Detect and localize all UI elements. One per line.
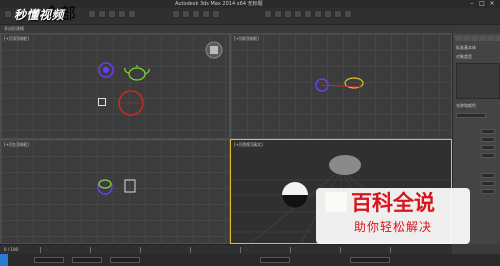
viewport-left-label: [+][左][线框] bbox=[4, 142, 29, 147]
teapot-icon[interactable] bbox=[122, 64, 152, 84]
angle-snap-button[interactable] bbox=[192, 10, 200, 18]
viewport-top[interactable]: [+][顶][线框] bbox=[0, 33, 230, 139]
status-field-z[interactable] bbox=[110, 257, 140, 263]
move-button[interactable] bbox=[108, 10, 116, 18]
select-object-button[interactable] bbox=[88, 10, 96, 18]
ribbon-label: 多边形建模 bbox=[4, 26, 24, 31]
box-icon[interactable] bbox=[98, 98, 106, 106]
timeline-tick bbox=[40, 247, 41, 253]
param-field-5[interactable] bbox=[481, 173, 495, 178]
viewport-perspective-label: [+][透视][真实] bbox=[234, 142, 263, 147]
timeline-tick bbox=[390, 247, 391, 253]
minimize-icon[interactable]: – bbox=[468, 1, 476, 7]
primitive-type-label: 标准基本体 bbox=[456, 45, 476, 50]
front-scene-objects bbox=[315, 77, 364, 92]
param-field-3[interactable] bbox=[481, 145, 495, 150]
undo-button[interactable] bbox=[4, 10, 12, 18]
timeline-tick bbox=[140, 247, 141, 253]
status-bar bbox=[0, 254, 500, 266]
status-field-x[interactable] bbox=[34, 257, 64, 263]
param-field-4[interactable] bbox=[481, 153, 495, 158]
layer-button[interactable] bbox=[284, 10, 292, 18]
timeline-tick bbox=[190, 247, 191, 253]
snap-button[interactable] bbox=[182, 10, 190, 18]
scale-button[interactable] bbox=[128, 10, 136, 18]
curve-editor-button[interactable] bbox=[294, 10, 302, 18]
viewcube-icon[interactable] bbox=[204, 40, 224, 60]
name-field[interactable] bbox=[456, 113, 486, 118]
viewport-front-label: [+][前][线框] bbox=[234, 36, 259, 41]
motion-tab[interactable] bbox=[479, 35, 486, 41]
baike-title: 百科全说 bbox=[351, 191, 435, 215]
timeline-tick bbox=[240, 247, 241, 253]
playback-controls[interactable] bbox=[350, 257, 390, 263]
material-editor-button[interactable] bbox=[314, 10, 322, 18]
utilities-tab[interactable] bbox=[495, 35, 500, 41]
render-frame-button[interactable] bbox=[334, 10, 342, 18]
param-field-2[interactable] bbox=[481, 137, 495, 142]
close-icon[interactable]: × bbox=[488, 1, 496, 7]
render-button[interactable] bbox=[344, 10, 352, 18]
percent-snap-button[interactable] bbox=[202, 10, 210, 18]
timeline-tick bbox=[290, 247, 291, 253]
mirror-button[interactable] bbox=[264, 10, 272, 18]
rotate-button[interactable] bbox=[118, 10, 126, 18]
maxscript-listener[interactable] bbox=[0, 254, 8, 266]
baike-subtitle: 助你轻松解决 bbox=[353, 220, 432, 234]
name-color-label: 名称和颜色 bbox=[456, 103, 476, 108]
schematic-button[interactable] bbox=[304, 10, 312, 18]
modifier-stack-list[interactable] bbox=[456, 63, 500, 99]
watermark-logo: 秒懂视频 bbox=[14, 8, 65, 22]
param-field-7[interactable] bbox=[481, 189, 495, 194]
left-scene-objects bbox=[97, 179, 136, 195]
baike-watermark: 百科全说 助你轻松解决 bbox=[316, 188, 470, 244]
param-field-6[interactable] bbox=[481, 181, 495, 186]
spinner-snap-button[interactable] bbox=[212, 10, 220, 18]
align-button[interactable] bbox=[274, 10, 282, 18]
light-icon[interactable] bbox=[96, 60, 116, 80]
maximize-icon[interactable]: □ bbox=[478, 1, 486, 7]
camera-icon[interactable] bbox=[116, 88, 146, 118]
param-field-1[interactable] bbox=[481, 129, 495, 134]
create-tab[interactable] bbox=[455, 35, 462, 41]
timeline-tick bbox=[340, 247, 341, 253]
viewport-top-label: [+][顶][线框] bbox=[4, 36, 29, 41]
window-title: Autodesk 3ds Max 2014 x64 无标题 bbox=[175, 1, 263, 7]
timeline-tick bbox=[90, 247, 91, 253]
render-setup-button[interactable] bbox=[324, 10, 332, 18]
pivot-button[interactable] bbox=[172, 10, 180, 18]
hierarchy-tab[interactable] bbox=[471, 35, 478, 41]
display-tab[interactable] bbox=[487, 35, 494, 41]
modify-tab[interactable] bbox=[463, 35, 470, 41]
key-mode-field[interactable] bbox=[260, 257, 290, 263]
object-type-label: 对象类型 bbox=[456, 54, 472, 59]
status-field-y[interactable] bbox=[72, 257, 102, 263]
frame-counter: 0 / 100 bbox=[4, 247, 19, 252]
select-by-name-button[interactable] bbox=[98, 10, 106, 18]
